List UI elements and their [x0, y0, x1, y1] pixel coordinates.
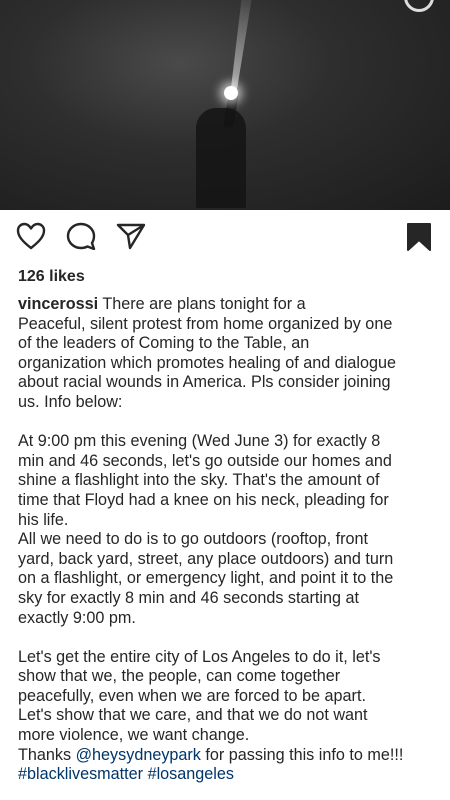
post-caption: vincerossi There are plans tonight for a…	[18, 295, 438, 785]
caption-line: peacefully, even when we are forced to b…	[18, 686, 366, 705]
caption-line: time that Floyd had a knee on his neck, …	[18, 490, 389, 509]
caption-line: Peaceful, silent protest from home organ…	[18, 314, 393, 333]
caption-text: There are plans tonight for a	[102, 295, 306, 313]
caption-line: on a flashlight, or emergency light, and…	[18, 569, 394, 588]
person-silhouette	[196, 108, 246, 208]
bookmark-icon	[407, 223, 431, 251]
save-button[interactable]	[406, 222, 432, 257]
caption-line: Let's show that we care, and that we do …	[18, 706, 368, 725]
caption-line: #blacklivesmatter #losangeles	[18, 765, 438, 785]
comment-icon	[66, 222, 96, 251]
thanks-text: Thanks	[18, 745, 76, 764]
share-button[interactable]	[116, 222, 146, 255]
hashtag-link[interactable]: #losangeles	[148, 765, 234, 783]
caption-line: organization which promotes healing of a…	[18, 353, 396, 372]
like-button[interactable]	[16, 222, 46, 255]
post-image[interactable]	[0, 0, 450, 210]
comment-button[interactable]	[66, 222, 96, 255]
username-link[interactable]: vincerossi	[18, 295, 98, 313]
caption-line: sky for exactly 8 min and 46 seconds sta…	[18, 588, 360, 607]
caption-line: yard, back yard, street, any place outdo…	[18, 549, 394, 568]
caption-line: Thanks @heysydneypark for passing this i…	[18, 746, 438, 766]
caption-line: All we need to do is to go outdoors (roo…	[18, 530, 369, 549]
caption-line: At 9:00 pm this evening (Wed June 3) for…	[18, 432, 381, 451]
caption-line: show that we, the people, can come toget…	[18, 667, 341, 686]
caption-line: Let's get the entire city of Los Angeles…	[18, 647, 381, 666]
caption-line: about racial wounds in America. Pls cons…	[18, 373, 391, 392]
caption-line: min and 46 seconds, let's go outside our…	[18, 451, 392, 470]
heart-icon	[16, 222, 46, 250]
caption-line: of the leaders of Coming to the Table, a…	[18, 334, 310, 353]
flashlight-glow	[224, 86, 238, 100]
action-bar	[0, 222, 450, 262]
caption-line: us. Info below:	[18, 392, 123, 411]
caption-line: more violence, we want change.	[18, 726, 250, 745]
send-icon	[116, 223, 146, 250]
caption-line: vincerossi There are plans tonight for a	[18, 295, 438, 315]
likes-count[interactable]: 126 likes	[18, 268, 85, 286]
caption-line: exactly 9:00 pm.	[18, 608, 136, 627]
thanks-text: for passing this info to me!!!	[200, 745, 404, 764]
caption-line: his life.	[18, 510, 69, 529]
hashtag-link[interactable]: #blacklivesmatter	[18, 765, 143, 783]
more-options-icon[interactable]	[404, 0, 434, 12]
caption-line: shine a flashlight into the sky. That's …	[18, 471, 380, 490]
mention-link[interactable]: @heysydneypark	[76, 746, 201, 764]
